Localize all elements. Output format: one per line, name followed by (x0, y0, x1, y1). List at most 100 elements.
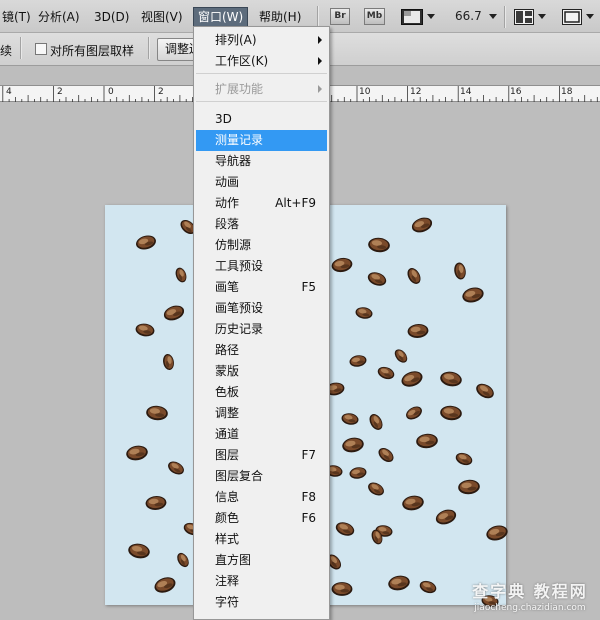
window-menu-item[interactable]: 画笔预设 (196, 298, 327, 319)
menu-item-label: 画笔 (215, 280, 240, 294)
menubar-divider (504, 6, 505, 28)
bean-image (476, 383, 494, 399)
bean-image (462, 287, 484, 303)
menu-filter[interactable]: 镜(T) (0, 7, 33, 27)
zoom-dropdown-icon[interactable] (489, 14, 497, 19)
options-label: 续 (0, 44, 13, 58)
window-menu-item[interactable]: 图层 F7 (196, 445, 327, 466)
sample-all-layers-label[interactable]: 对所有图层取样 (50, 42, 134, 59)
window-menu-item: 扩展功能 (196, 79, 327, 100)
menu-item-label: 段落 (215, 217, 240, 231)
window-menu-item[interactable]: 工具预设 (196, 256, 327, 277)
window-menu-item[interactable]: 调整 (196, 403, 327, 424)
bean-image (163, 305, 185, 321)
ruler-number: 10 (359, 87, 371, 97)
menu-item-label: 字符 (215, 595, 240, 609)
menu-item-label: 注释 (215, 574, 240, 588)
chevron-down-icon (538, 14, 546, 19)
bean-image (388, 575, 410, 591)
bridge-button[interactable]: Br (330, 8, 350, 25)
film-strip-icon (401, 9, 423, 25)
window-menu-item[interactable]: 段落 (196, 214, 327, 235)
menu-item-label: 仿制源 (215, 238, 252, 252)
window-menu-item[interactable]: 历史记录 (196, 319, 327, 340)
window-menu-item[interactable]: 3D (196, 109, 327, 130)
bean-image (367, 272, 387, 286)
bean-image (435, 509, 457, 525)
window-menu-item[interactable]: 仿制源 (196, 235, 327, 256)
menu-help[interactable]: 帮助(H) (257, 7, 303, 27)
bean-image (146, 405, 168, 421)
menu-view[interactable]: 视图(V) (139, 7, 185, 27)
bean-image (335, 522, 355, 536)
bean-image (419, 580, 437, 594)
menu-analysis[interactable]: 分析(A) (36, 7, 82, 27)
bean-image (407, 268, 421, 284)
menu-item-label: 直方图 (215, 553, 252, 567)
window-menu-item[interactable]: 样式 (196, 529, 327, 550)
window-menu-item[interactable]: 排列(A) (196, 30, 327, 51)
window-menu-item[interactable]: 颜色 F6 (196, 508, 327, 529)
arrange-documents-button[interactable] (514, 8, 548, 26)
bean-image (331, 257, 353, 273)
menubar-divider (317, 6, 318, 28)
window-menu-item[interactable]: 动画 (196, 172, 327, 193)
menu-item-label: 导航器 (215, 154, 252, 168)
menu-item-label: 工具预设 (215, 259, 264, 273)
window-menu-item[interactable]: 字符 (196, 592, 327, 613)
bean-image (440, 405, 462, 421)
bean-image (154, 577, 176, 593)
menu-item-label: 图层 (215, 448, 240, 462)
menu-3d[interactable]: 3D(D) (92, 7, 131, 27)
bean-image (175, 267, 187, 283)
window-menu-item[interactable]: 图层复合 (196, 466, 327, 487)
view-extras-button[interactable] (401, 8, 435, 26)
menu-item-label: 样式 (215, 532, 240, 546)
menu-item-label: 历史记录 (215, 322, 264, 336)
menu-item-label: 动画 (215, 175, 240, 189)
bean-image (355, 307, 373, 319)
bean-image (135, 323, 155, 337)
window-menu-item[interactable]: 直方图 (196, 550, 327, 571)
window-menu-item[interactable]: 色板 (196, 382, 327, 403)
menu-item-label: 扩展功能 (215, 82, 264, 96)
window-menu-dropdown: 排列(A) 工作区(K) 扩展功能 3D 测量记录导航器动画动作 Alt+F9 段落仿制源工… (193, 26, 330, 620)
window-menu-item[interactable]: 注释 (196, 571, 327, 592)
window-menu-item[interactable]: 蒙版 (196, 361, 327, 382)
menu-item-label: 测量记录 (215, 133, 264, 147)
ruler-number: 0 (108, 87, 114, 97)
ruler-number: 12 (410, 87, 422, 97)
ruler-number: 18 (561, 87, 573, 97)
window-menu-item[interactable]: 工作区(K) (196, 51, 327, 72)
bean-image (440, 371, 462, 387)
window-menu-item[interactable]: 路径 (196, 340, 327, 361)
menu-item-shortcut: F7 (301, 448, 316, 462)
menu-separator (196, 101, 327, 102)
menu-item-label: 动作 (215, 196, 240, 210)
chevron-down-icon (586, 14, 594, 19)
screen-mode-button[interactable] (562, 8, 596, 26)
window-menu-item[interactable]: 动作 Alt+F9 (196, 193, 327, 214)
menu-item-label: 工作区(K) (215, 54, 269, 68)
bean-image (128, 543, 150, 559)
window-menu-item[interactable]: 导航器 (196, 151, 327, 172)
sample-all-layers-checkbox[interactable] (35, 43, 47, 55)
bean-image (331, 582, 353, 596)
bean-image (177, 552, 189, 568)
options-divider (148, 37, 149, 59)
window-menu-item[interactable]: 画笔 F5 (196, 277, 327, 298)
mini-bridge-button[interactable]: Mb (364, 8, 385, 25)
menu-item-label: 3D (215, 112, 232, 126)
window-menu-item[interactable]: 通道 (196, 424, 327, 445)
zoom-level[interactable]: 66.7 (455, 9, 482, 23)
bean-image (455, 452, 473, 466)
bean-image (406, 406, 422, 420)
bean-image (401, 371, 423, 387)
window-menu-item[interactable]: 信息 F8 (196, 487, 327, 508)
ruler-number: 16 (510, 87, 522, 97)
submenu-arrow-icon (318, 85, 322, 93)
window-menu-item[interactable]: 测量记录 (196, 130, 327, 151)
bean-image (407, 324, 429, 338)
bean-image (341, 413, 359, 425)
menu-window[interactable]: 窗口(W) (193, 7, 249, 27)
